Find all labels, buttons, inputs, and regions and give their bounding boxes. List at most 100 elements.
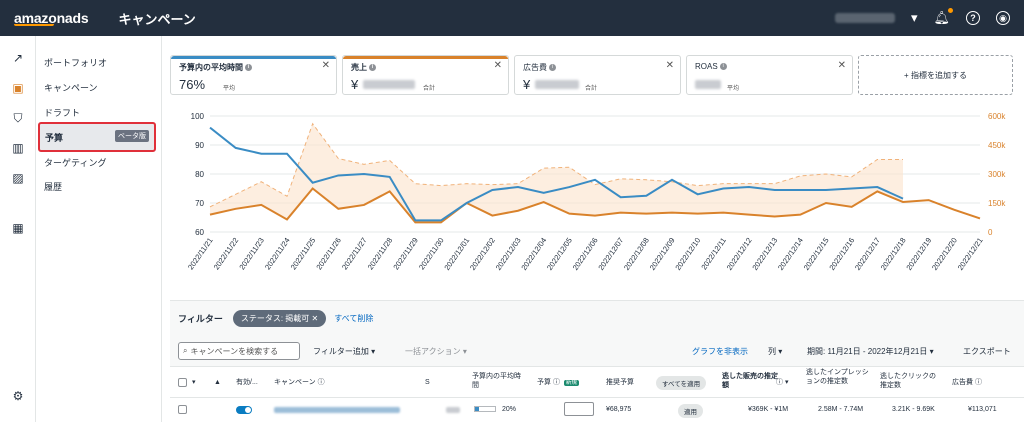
amazon-ads-logo[interactable]: amazonads [14, 10, 89, 26]
metric-value: ¥ [523, 77, 531, 92]
nav-item-targeting[interactable]: ターゲティング [44, 156, 106, 169]
col-active[interactable]: 有効/... [236, 378, 258, 387]
metric-unit: 合計 [585, 86, 598, 92]
user-icon[interactable]: ◉ [996, 11, 1010, 25]
metric-unit: 平均 [727, 86, 740, 92]
x-tick-label: 2022/12/03 [494, 236, 523, 272]
metric-card-sales[interactable]: 売上 i ✕ ¥ 合計 [342, 55, 509, 95]
active-toggle[interactable] [236, 406, 252, 414]
x-tick-label: 2022/12/14 [776, 236, 805, 272]
nav-item-history[interactable]: 履歴 [44, 180, 62, 193]
x-tick-label: 2022/12/07 [596, 236, 625, 272]
help-icon[interactable]: ? [966, 11, 980, 25]
warning-icon: ▲ [214, 379, 221, 386]
x-tick-label: 2022/11/25 [289, 236, 318, 271]
x-tick-label: 2022/12/18 [879, 236, 908, 272]
close-icon[interactable]: ✕ [322, 60, 330, 71]
add-metric-button[interactable]: + 指標を追加する [858, 55, 1013, 95]
nav-item-budget[interactable]: 予算 ベータ版 [38, 122, 156, 152]
x-tick-label: 2022/12/19 [904, 236, 933, 272]
export-button[interactable]: エクスポート [963, 346, 1011, 357]
metric-unit: 平均 [223, 86, 236, 92]
x-tick-label: 2022/12/15 [802, 236, 831, 272]
metric-name: 広告費 i [523, 62, 556, 73]
close-icon[interactable]: ✕ [494, 60, 502, 71]
col-s[interactable]: S [425, 378, 430, 387]
nav-item-drafts[interactable]: ドラフト [44, 106, 80, 119]
metric-name: 予算内の平均時間 i [179, 62, 252, 73]
y-tick-label-right: 0 [988, 228, 993, 237]
col-lost-clicks[interactable]: 逃したクリックの推定数 [880, 372, 942, 390]
metric-value: 76% [179, 77, 206, 92]
x-tick-label: 2022/12/20 [930, 236, 959, 272]
bar-chart-icon[interactable]: ▥ [10, 140, 26, 156]
info-icon: i [369, 64, 376, 72]
x-tick-label: 2022/12/12 [725, 236, 754, 272]
close-icon[interactable]: ✕ [666, 60, 674, 71]
col-avg-time[interactable]: 予算内の平均時間 [472, 372, 524, 390]
col-lost-impressions[interactable]: 逃したインプレッションの推定数 [806, 368, 872, 386]
search-input[interactable]: ⌕ キャンペーンを検索する [178, 342, 300, 360]
table-header: ▾ ▲ 有効/... キャンペーン ⓘ S 予算内の平均時間 予算 ⓘ 新規 推… [170, 366, 1024, 398]
bulk-action-dropdown[interactable]: 一括アクション ▾ [405, 346, 467, 357]
chevron-down-icon[interactable]: ▾ [192, 378, 196, 387]
chevron-down-icon[interactable]: ▾ [911, 10, 918, 26]
col-campaign[interactable]: キャンペーン ⓘ [274, 378, 325, 387]
beta-badge: ベータ版 [115, 130, 149, 142]
x-tick-label: 2022/12/11 [699, 236, 728, 271]
apply-button[interactable]: 適用 [678, 404, 703, 418]
account-selector[interactable] [834, 13, 895, 23]
sort-desc-icon[interactable]: ⓘ ▾ [776, 378, 788, 387]
icon-rail: ↗ ▣ ⛉ ▥ ▨ ▦ ⚙ [0, 36, 36, 422]
x-tick-label: 2022/11/23 [237, 236, 266, 271]
metric-card-ad-spend[interactable]: 広告費 i ✕ ¥ 合計 [514, 55, 681, 95]
col-ad-spend[interactable]: 広告費 ⓘ [952, 378, 982, 387]
rec-budget-value: ¥68,975 [606, 406, 632, 413]
x-tick-label: 2022/12/21 [956, 236, 985, 272]
trend-icon[interactable]: ↗ [10, 50, 26, 66]
x-tick-label: 2022/12/13 [750, 236, 779, 272]
x-tick-label: 2022/11/29 [391, 236, 420, 271]
add-filter-dropdown[interactable]: フィルター追加 ▾ [313, 346, 375, 357]
apply-all-button[interactable]: すべてを適用 [656, 376, 707, 390]
close-icon: ✕ [311, 313, 319, 323]
apps-grid-icon[interactable]: ▦ [10, 220, 26, 236]
hide-graph-link[interactable]: グラフを非表示 [692, 346, 748, 357]
col-lost-sales[interactable]: 逃した販売の推定額 [722, 372, 782, 390]
date-range-dropdown[interactable]: 期間: 11月21日 - 2022年12月21日 ▾ [807, 346, 934, 357]
metric-value: ¥ [351, 77, 359, 92]
gear-icon[interactable]: ⚙ [10, 388, 26, 404]
metric-card-avg-time[interactable]: 予算内の平均時間 i ✕ 76% 平均 [170, 55, 337, 95]
status-filter-chip[interactable]: ステータス: 掲載可 ✕ [232, 309, 327, 327]
s-value [446, 407, 460, 413]
x-tick-label: 2022/12/10 [673, 236, 702, 272]
col-rec-budget[interactable]: 推奨予算 [606, 378, 634, 387]
image-icon[interactable]: ▨ [10, 170, 26, 186]
lost-clicks-value: 3.21K - 9.69K [892, 406, 935, 413]
y-tick-label-right: 300k [988, 170, 1006, 179]
x-tick-label: 2022/11/22 [212, 236, 241, 271]
bell-icon[interactable]: 🔔︎ [933, 8, 953, 26]
col-budget[interactable]: 予算 ⓘ 新規 [537, 378, 579, 388]
info-icon: i [719, 63, 727, 71]
x-tick-label: 2022/11/26 [314, 236, 343, 271]
clear-all-link[interactable]: すべて削除 [334, 313, 373, 324]
shield-icon[interactable]: ⛉ [10, 110, 26, 126]
metric-unit: 合計 [423, 86, 436, 92]
budget-progress-bar [474, 406, 496, 412]
info-icon: i [245, 64, 252, 72]
y-tick-label-left: 60 [195, 228, 204, 237]
budget-input[interactable] [564, 402, 594, 416]
select-all-checkbox[interactable] [178, 378, 187, 387]
wallet-icon[interactable]: ▣ [10, 80, 26, 96]
campaign-name-link[interactable] [274, 407, 400, 413]
row-checkbox[interactable] [178, 405, 187, 414]
close-icon[interactable]: ✕ [838, 60, 846, 71]
blurred-value [535, 80, 579, 89]
nav-item-portfolio[interactable]: ポートフォリオ [44, 56, 107, 69]
nav-item-campaigns[interactable]: キャンペーン [44, 81, 98, 94]
columns-dropdown[interactable]: 列 ▾ [768, 346, 782, 357]
x-tick-label: 2022/12/16 [827, 236, 856, 272]
avg-time-value: 20% [502, 406, 517, 413]
metric-card-roas[interactable]: ROAS i ✕ 平均 [686, 55, 853, 95]
